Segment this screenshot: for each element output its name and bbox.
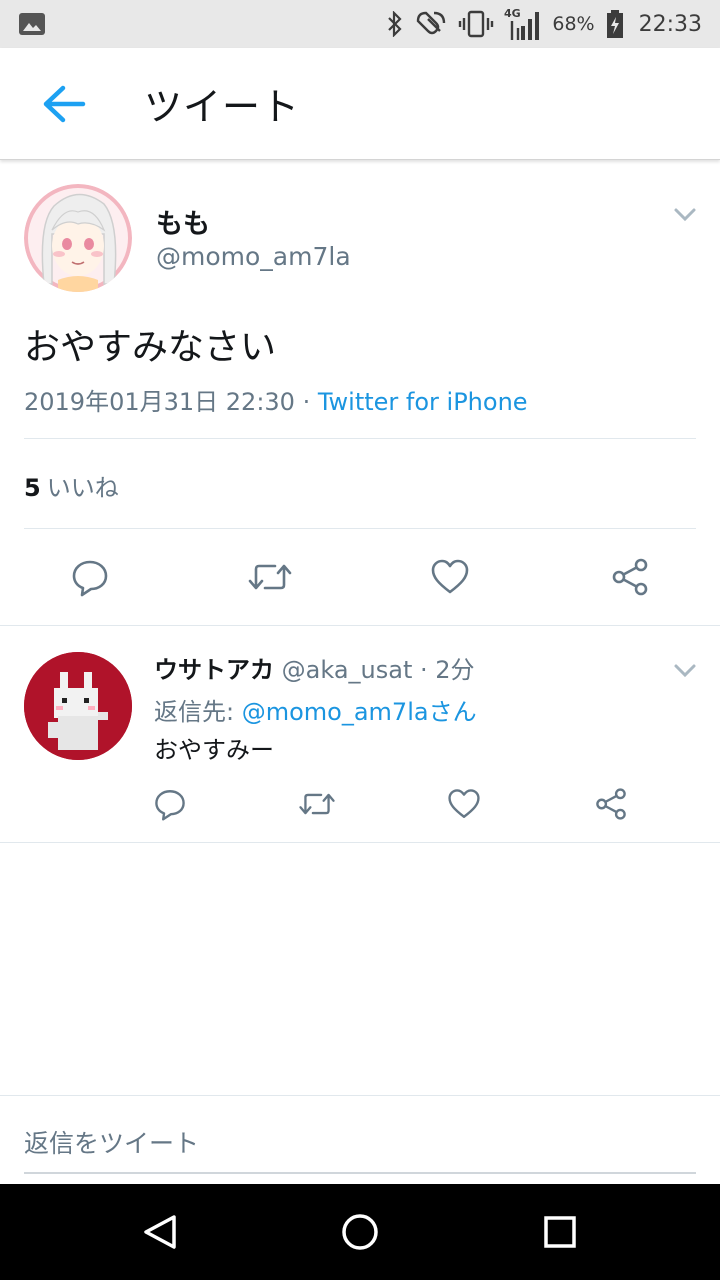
reply-author-name[interactable]: ウサトアカ <box>154 656 274 684</box>
network-type: 4G <box>504 7 521 20</box>
reply-button[interactable] <box>65 552 115 602</box>
nfc-icon <box>417 11 446 35</box>
square-recents-icon <box>544 1216 576 1248</box>
retweet-icon <box>299 793 335 815</box>
like-button[interactable] <box>444 784 484 824</box>
reply-tweet[interactable]: ウサトアカ @aka_usat · 2分 返信先: @momo_am7laさん … <box>0 626 720 843</box>
triangle-back-icon <box>144 1215 176 1249</box>
retweet-button[interactable] <box>297 784 337 824</box>
retweet-button[interactable] <box>245 552 295 602</box>
like-count-number: 5 <box>24 474 41 502</box>
battery-percent: 68% <box>552 13 595 35</box>
like-button[interactable] <box>425 552 475 602</box>
bluetooth-icon <box>388 11 402 37</box>
tweet-menu-button[interactable] <box>670 656 700 686</box>
author-handle[interactable]: @momo_am7la <box>156 242 351 271</box>
reply-to: 返信先: @momo_am7laさん <box>154 692 477 727</box>
reply-input[interactable]: 返信をツイート <box>24 1124 199 1160</box>
system-nav-bar <box>0 1184 720 1280</box>
reply-to-mention[interactable]: @momo_am7laさん <box>242 698 477 726</box>
nav-home-button[interactable] <box>338 1210 382 1254</box>
signal-4g-icon: 4G <box>504 7 540 40</box>
status-icons: 4G 68% 22:33 <box>386 6 702 42</box>
time-separator: · <box>412 656 436 684</box>
app-bar: ツイート <box>0 48 720 160</box>
clock: 22:33 <box>638 11 702 37</box>
divider <box>24 528 696 529</box>
status-bar: 4G 68% 22:33 <box>0 0 720 48</box>
compose-reply-bar: 返信をツイート <box>0 1095 720 1184</box>
retweet-icon <box>248 564 292 590</box>
page-title: ツイート <box>144 85 301 129</box>
likes-count[interactable]: 5 いいね <box>24 468 119 503</box>
reply-author-handle[interactable]: @aka_usat <box>282 656 413 684</box>
gallery-notification-icon <box>19 13 45 35</box>
like-icon <box>431 559 469 594</box>
like-count-label: いいね <box>46 474 119 502</box>
share-icon <box>612 558 648 596</box>
reply-time: 2分 <box>435 656 475 684</box>
tweet-text: おやすみなさい <box>24 327 277 368</box>
meta-separator: · <box>294 388 318 416</box>
avatar[interactable] <box>24 652 132 760</box>
tweet-source-link[interactable]: Twitter for iPhone <box>318 388 528 416</box>
share-button[interactable] <box>591 784 631 824</box>
reply-text: おやすみー <box>154 736 274 764</box>
tweet-meta: 2019年01月31日 22:30 · Twitter for iPhone <box>24 382 528 417</box>
reply-action-bar <box>0 784 720 824</box>
avatar-illustration <box>24 652 132 760</box>
reply-to-label: 返信先: <box>154 698 242 726</box>
like-icon <box>448 789 480 818</box>
arrow-left-icon <box>43 85 86 122</box>
back-button[interactable] <box>32 72 96 136</box>
tweet-action-bar <box>0 552 720 602</box>
divider <box>24 438 696 439</box>
main-tweet: もも @momo_am7la おやすみなさい 2019年01月31日 22:30… <box>0 162 720 626</box>
reply-button[interactable] <box>150 784 190 824</box>
reply-icon <box>72 560 108 597</box>
nav-recents-button[interactable] <box>538 1210 582 1254</box>
share-icon <box>596 788 626 820</box>
avatar-illustration <box>24 184 132 292</box>
reply-header: ウサトアカ @aka_usat · 2分 <box>154 650 475 685</box>
nav-back-button[interactable] <box>138 1210 182 1254</box>
chevron-down-icon <box>674 208 696 222</box>
circle-home-icon <box>342 1214 378 1250</box>
input-underline <box>24 1172 696 1174</box>
battery-icon <box>606 10 623 38</box>
avatar[interactable] <box>24 184 132 292</box>
tweet-menu-button[interactable] <box>670 200 700 230</box>
share-button[interactable] <box>605 552 655 602</box>
tweet-datetime: 2019年01月31日 22:30 <box>24 388 295 416</box>
author-name[interactable]: もも <box>156 202 210 241</box>
reply-icon <box>155 790 185 821</box>
chevron-down-icon <box>674 664 696 678</box>
vibrate-icon <box>459 10 494 38</box>
